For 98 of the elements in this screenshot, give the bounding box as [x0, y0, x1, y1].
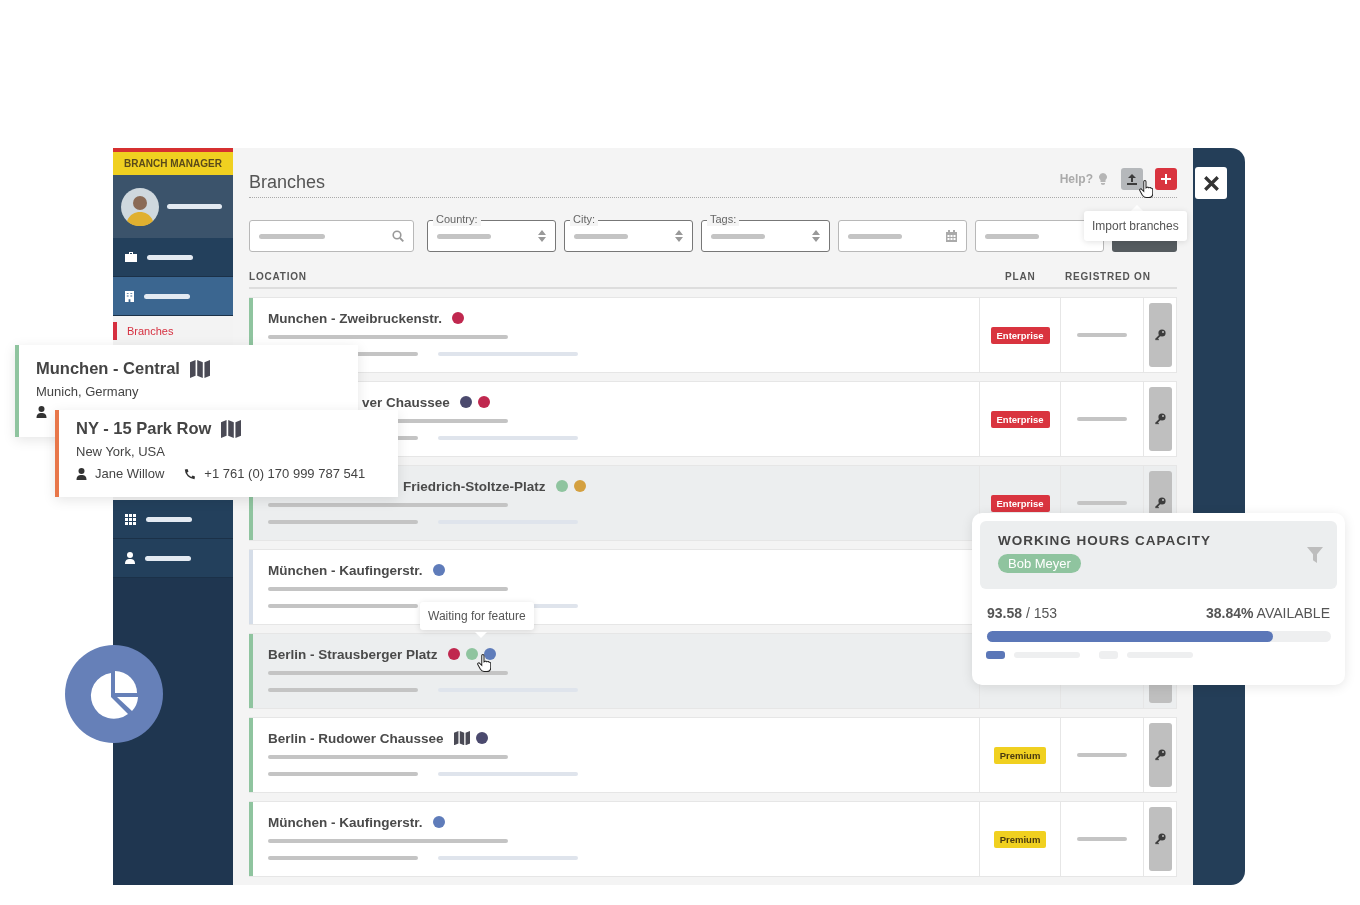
branch-name: ver Chaussee: [362, 394, 450, 410]
close-icon: [1203, 175, 1219, 191]
placeholder-bar: [985, 233, 1039, 239]
grid-icon: [125, 513, 136, 525]
building-icon: [125, 290, 134, 302]
status-dot[interactable]: [459, 396, 472, 408]
key-button[interactable]: [1148, 723, 1172, 787]
calendar-icon: [946, 230, 957, 242]
card-title: Munchen - Central: [36, 359, 180, 378]
key-button[interactable]: [1148, 303, 1172, 367]
tooltip: Import branches: [1084, 211, 1187, 241]
placeholder-bar: [437, 233, 491, 239]
key-button[interactable]: [1148, 387, 1172, 451]
page-title: Branches: [249, 172, 326, 193]
user-icon: [36, 406, 47, 418]
placeholder-bar: [1077, 753, 1127, 757]
phone-icon: [184, 467, 197, 480]
menu-item[interactable]: [113, 500, 233, 539]
app-title: BRANCH MANAGER: [113, 148, 233, 175]
hours-reading: 93.58 / 153: [987, 605, 1058, 621]
placeholder-bar: [147, 254, 193, 260]
date-field[interactable]: [838, 220, 967, 252]
card-title: NY - 15 Park Row: [76, 419, 212, 438]
status-dot[interactable]: [483, 648, 496, 660]
placeholder-bar: [574, 233, 628, 239]
plan-badge: Premium: [993, 830, 1047, 848]
contact-phone: +1 761 (0) 170 999 787 541: [204, 466, 366, 481]
key-icon: [1154, 413, 1166, 425]
column-header: PLAN: [1005, 271, 1037, 282]
status-dot[interactable]: [477, 396, 490, 408]
placeholder-bar: [145, 555, 191, 561]
upload-icon: [1127, 173, 1137, 185]
status-dot[interactable]: [465, 648, 478, 660]
status-dot[interactable]: [475, 732, 488, 744]
key-icon: [1154, 497, 1166, 509]
key-icon: [1154, 749, 1166, 761]
plan-badge: Premium: [993, 746, 1047, 764]
placeholder-bar: [711, 233, 765, 239]
available-reading: 38.84% AVAILABLE: [1206, 605, 1330, 621]
briefcase-icon: [125, 252, 137, 262]
plus-icon: [1161, 174, 1171, 184]
hand-cursor-icon: [1139, 180, 1153, 198]
key-button[interactable]: [1148, 807, 1172, 871]
placeholder-bar: [1077, 333, 1127, 337]
plan-badge: Enterprise: [990, 326, 1050, 344]
close-button[interactable]: [1195, 167, 1227, 199]
placeholder-bar: [259, 233, 325, 239]
plan-badge: Enterprise: [990, 410, 1050, 428]
search-field[interactable]: [249, 220, 414, 252]
branch-name: Berlin - Rudower Chaussee: [268, 730, 444, 746]
branch-name: München - Kaufingerstr.: [268, 562, 423, 578]
placeholder-bar: [848, 233, 902, 239]
placeholder-bar: [167, 204, 222, 209]
placeholder-bar: [144, 293, 190, 299]
menu-item[interactable]: [113, 238, 233, 277]
lightbulb-icon: [1099, 173, 1107, 185]
column-header: LOCATION: [249, 271, 308, 282]
card-address: Munich, Germany: [36, 384, 140, 399]
placeholder-bar: [1077, 501, 1127, 505]
menu-item[interactable]: [113, 277, 233, 316]
placeholder-bar: [146, 516, 192, 522]
map-icon: [189, 359, 210, 378]
sort-arrows-icon: [538, 230, 546, 242]
hand-cursor-icon: [477, 654, 491, 672]
plan-badge: Enterprise: [990, 494, 1050, 512]
status-dot[interactable]: [573, 480, 586, 492]
card-address: New York, USA: [76, 444, 166, 459]
sort-arrows-icon: [812, 230, 820, 242]
pie-chart-icon: [89, 669, 139, 719]
key-icon: [1154, 833, 1166, 845]
status-dot[interactable]: [555, 480, 568, 492]
key-icon: [1154, 329, 1166, 341]
upload-button[interactable]: [1121, 168, 1143, 190]
tooltip-pointer: [475, 632, 487, 638]
contact-name: Jane Willow: [95, 466, 165, 481]
placeholder-bar: [1077, 837, 1127, 841]
map-icon: [221, 419, 242, 438]
map-icon: [453, 730, 470, 746]
tooltip: Waiting for feature: [420, 602, 534, 630]
add-button[interactable]: [1155, 168, 1177, 190]
status-dot[interactable]: [432, 816, 445, 828]
legend-swatch: [986, 651, 1005, 659]
placeholder-bar: [1077, 417, 1127, 421]
branch-name: Berlin - Strausberger Platz: [268, 646, 438, 662]
branch-name: Munchen - Zweibruckenstr.: [268, 310, 443, 326]
menu-item[interactable]: [113, 539, 233, 578]
card-title: WORKING HOURS CAPACITY: [998, 533, 1211, 548]
user-icon: [125, 552, 135, 564]
avatar[interactable]: [121, 187, 159, 226]
status-dot[interactable]: [447, 648, 460, 660]
status-dot[interactable]: [452, 312, 465, 324]
branch-name: München - Kaufingerstr.: [268, 814, 423, 830]
sort-arrows-icon: [675, 230, 683, 242]
user-icon: [76, 467, 87, 480]
search-icon: [392, 230, 404, 242]
branch-name: Friedrich-Stoltze-Platz: [403, 478, 546, 494]
status-dot[interactable]: [432, 564, 445, 576]
column-header: REGISTRED ON: [1065, 271, 1152, 282]
